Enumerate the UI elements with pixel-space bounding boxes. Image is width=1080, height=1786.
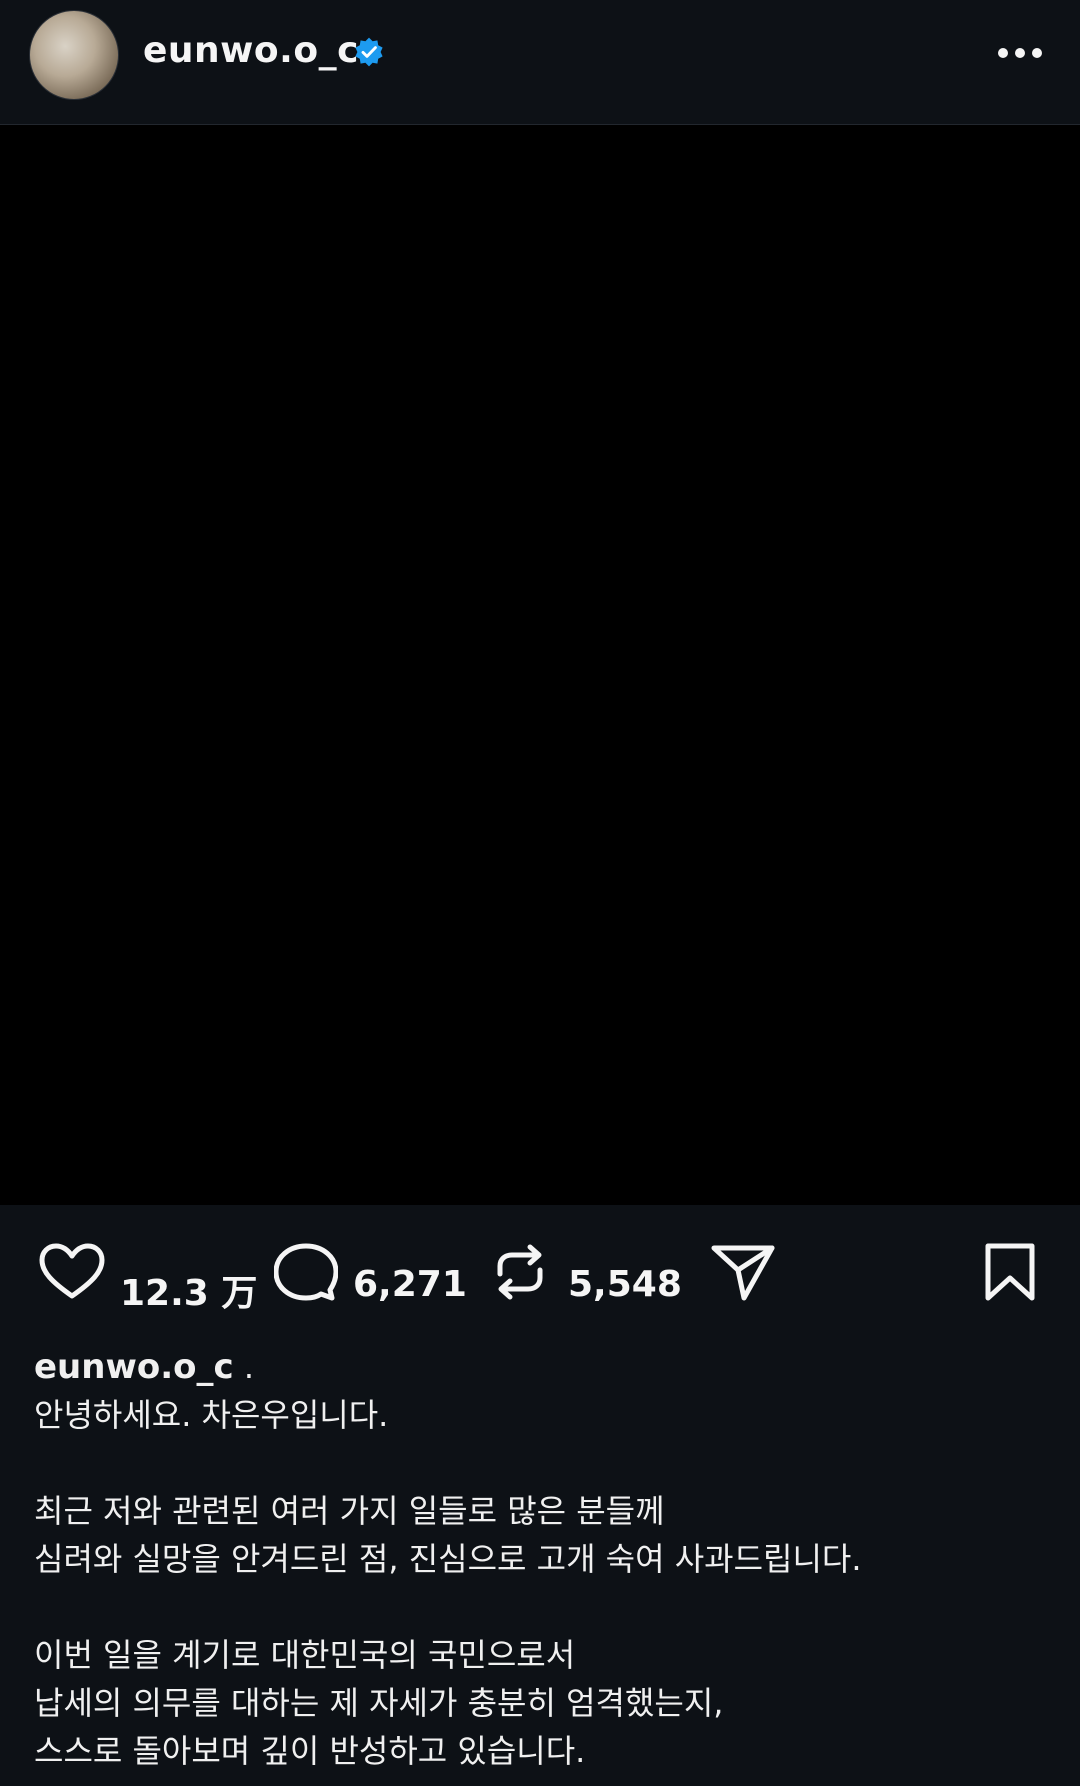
bookmark-button[interactable]	[984, 1242, 1036, 1302]
like-button[interactable]: 12.3 万	[38, 1242, 268, 1314]
caption-username[interactable]: eunwo.o_c	[34, 1347, 234, 1387]
avatar[interactable]	[29, 10, 119, 100]
caption-line: 납세의 의무를 대하는 제 자세가 충분히 엄격했는지,	[34, 1684, 724, 1722]
share-icon	[711, 1245, 775, 1301]
post-header: eunwo.o_c	[0, 0, 1080, 125]
comment-count: 6,271	[353, 1264, 467, 1305]
repost-count: 5,548	[568, 1264, 682, 1305]
caption-line: 이번 일을 계기로 대한민국의 국민으로서	[34, 1636, 576, 1674]
caption-line: 스스로 돌아보며 깊이 반성하고 있습니다.	[34, 1732, 586, 1770]
verified-badge-icon	[355, 37, 383, 67]
repost-button[interactable]: 5,548	[492, 1242, 682, 1305]
comment-icon	[274, 1243, 338, 1301]
caption-suffix: .	[243, 1348, 255, 1386]
repost-icon	[497, 1244, 543, 1300]
caption-line: 최근 저와 관련된 여러 가지 일들로 많은 분들께	[34, 1492, 665, 1530]
heart-icon	[39, 1243, 105, 1299]
share-button[interactable]	[710, 1242, 776, 1302]
post-media[interactable]	[0, 125, 1080, 1205]
comment-button[interactable]: 6,271	[274, 1242, 467, 1305]
post-caption: eunwo.o_c . 안녕하세요. 차은우입니다. 최근 저와 관련된 여러 …	[34, 1343, 1044, 1775]
like-count: 12.3 万	[120, 1273, 258, 1314]
caption-line: 안녕하세요. 차은우입니다.	[34, 1396, 389, 1434]
bookmark-icon	[985, 1243, 1035, 1301]
caption-line: 심려와 실망을 안겨드린 점, 진심으로 고개 숙여 사과드립니다.	[34, 1540, 862, 1578]
header-username[interactable]: eunwo.o_c	[143, 30, 359, 71]
action-bar: 12.3 万 6,271 5,548	[0, 1230, 1080, 1316]
caption-author: eunwo.o_c .	[34, 1343, 1044, 1391]
more-icon[interactable]	[996, 46, 1044, 60]
